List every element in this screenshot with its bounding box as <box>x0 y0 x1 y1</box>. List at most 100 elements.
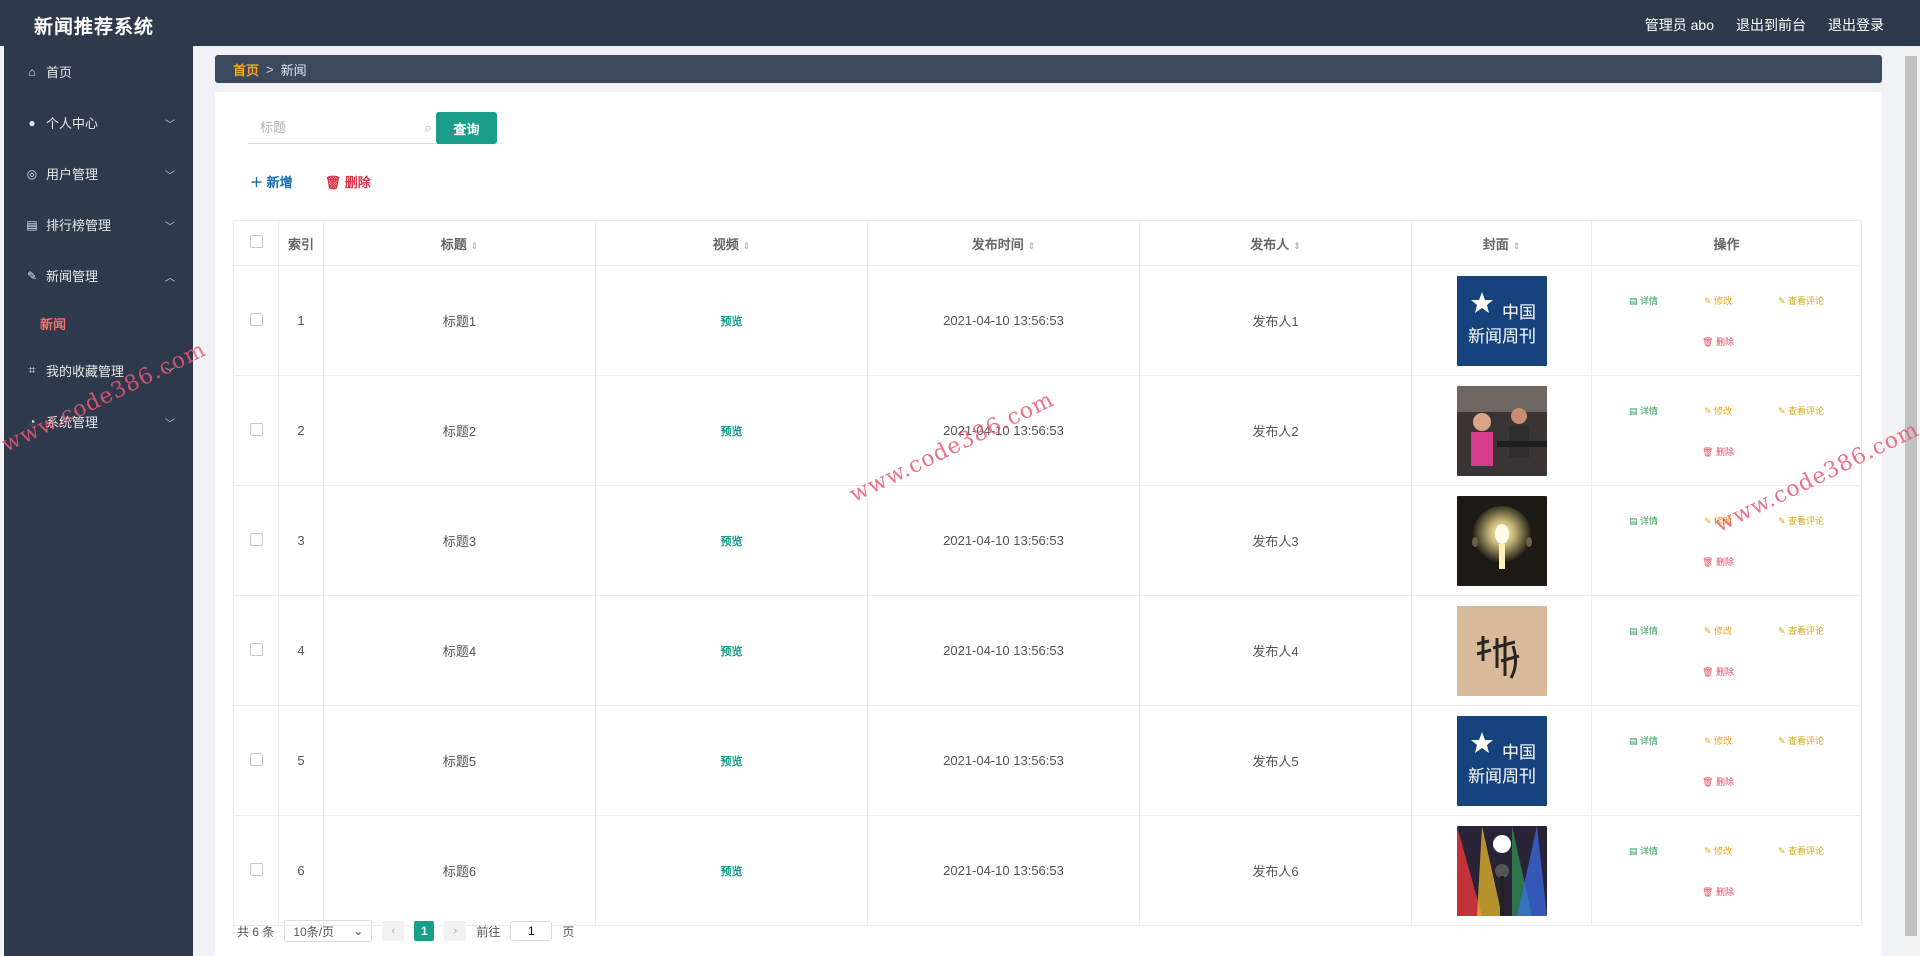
delete-button[interactable]: 🗑 删除 <box>325 172 371 191</box>
row-delete-button[interactable]: 🗑 删除 <box>1702 665 1734 678</box>
row-delete-button[interactable]: 🗑 删除 <box>1702 775 1734 788</box>
sort-icon[interactable]: ⇕ <box>1513 241 1521 251</box>
next-page-button[interactable]: › <box>444 921 467 941</box>
detail-button[interactable]: ▤ 详情 <box>1629 844 1658 857</box>
sidebar-item-system-management[interactable]: ◔ 系统管理 ﹀ <box>4 396 193 447</box>
row-checkbox[interactable] <box>249 312 263 326</box>
row-checkbox[interactable] <box>249 642 263 656</box>
goto-page-input[interactable] <box>510 921 553 941</box>
preview-link[interactable]: 预览 <box>721 426 743 438</box>
preview-link[interactable]: 预览 <box>721 866 743 878</box>
row-select-cell[interactable] <box>233 705 279 816</box>
detail-button[interactable]: ▤ 详情 <box>1629 294 1658 307</box>
row-select-cell[interactable] <box>233 595 279 706</box>
row-select-cell[interactable] <box>233 815 279 926</box>
detail-button[interactable]: ▤ 详情 <box>1629 404 1658 417</box>
edit-button[interactable]: ✎ 修改 <box>1702 514 1734 527</box>
row-title: 标题4 <box>323 595 596 706</box>
detail-button[interactable]: ▤ 详情 <box>1629 514 1658 527</box>
row-delete-button[interactable]: 🗑 删除 <box>1702 885 1734 898</box>
row-select-cell[interactable] <box>233 375 279 486</box>
back-to-frontend-link[interactable]: 退出到前台 <box>1736 15 1806 35</box>
view-comments-button[interactable]: ✎ 查看评论 <box>1778 404 1824 417</box>
row-delete-button[interactable]: 🗑 删除 <box>1702 555 1734 568</box>
view-comments-button[interactable]: ✎ 查看评论 <box>1778 734 1824 747</box>
briefcase-icon: ▤ <box>26 217 38 232</box>
page-size-select[interactable]: 10条/页 ⌄ <box>284 920 373 942</box>
sidebar-item-ranking-management[interactable]: ▤ 排行榜管理 ﹀ <box>4 199 193 250</box>
page-scrollbar[interactable] <box>1902 46 1920 956</box>
preview-link[interactable]: 预览 <box>721 536 743 548</box>
header-author[interactable]: 发布人 ⇕ <box>1139 220 1412 266</box>
row-title: 标题2 <box>323 375 596 486</box>
edit-button[interactable]: ✎ 修改 <box>1702 294 1734 307</box>
row-cover-cell <box>1411 485 1592 596</box>
row-publish-time: 2021-04-10 13:56:53 <box>867 265 1140 376</box>
sort-icon[interactable]: ⇕ <box>471 241 479 251</box>
admin-user-link[interactable]: 管理员 abo <box>1645 15 1714 35</box>
sidebar-item-user-management[interactable]: ◎ 用户管理 ﹀ <box>4 148 193 199</box>
sidebar-item-personal-center[interactable]: ● 个人中心 ﹀ <box>4 97 193 148</box>
preview-link[interactable]: 预览 <box>721 646 743 658</box>
search-input[interactable] <box>248 119 422 136</box>
detail-button[interactable]: ▤ 详情 <box>1629 624 1658 637</box>
detail-button[interactable]: ▤ 详情 <box>1629 734 1658 747</box>
row-select-cell[interactable] <box>233 485 279 596</box>
row-checkbox[interactable] <box>249 752 263 766</box>
header-cover[interactable]: 封面 ⇕ <box>1411 220 1592 266</box>
sidebar-item-favorites-management[interactable]: ⌗ 我的收藏管理 ﹀ <box>4 345 193 396</box>
sidebar-item-label: 首页 <box>46 65 73 80</box>
table-body: 1 标题1 预览 2021-04-10 13:56:53 发布人1 中国 新闻周刊 ▤ 详情 ✎… <box>233 265 1862 926</box>
row-video-cell: 预览 <box>595 705 868 816</box>
row-select-cell[interactable] <box>233 265 279 376</box>
header-video[interactable]: 视频 ⇕ <box>595 220 868 266</box>
table-row: 4 标题4 预览 2021-04-10 13:56:53 发布人4 ▤ 详情 ✎ 修改 ✎ 查… <box>233 595 1862 706</box>
view-comments-button[interactable]: ✎ 查看评论 <box>1778 844 1824 857</box>
query-button[interactable]: 查询 <box>436 112 497 144</box>
header-time[interactable]: 发布时间 ⇕ <box>867 220 1140 266</box>
app-title: 新闻推荐系统 <box>34 17 155 38</box>
add-button[interactable]: ＋ 新增 <box>250 172 293 191</box>
page-number-1[interactable]: 1 <box>414 921 435 941</box>
cover-image[interactable] <box>1456 605 1547 696</box>
view-comments-button[interactable]: ✎ 查看评论 <box>1778 294 1824 307</box>
row-index: 4 <box>278 595 324 706</box>
sort-icon[interactable]: ⇕ <box>1028 241 1036 251</box>
chevron-down-icon: ﹀ <box>165 120 175 131</box>
breadcrumb-home-link[interactable]: 首页 <box>233 60 259 79</box>
table-header-row: 索引 标题 ⇕ 视频 ⇕ 发布时间 ⇕ 发布人 ⇕ 封面 ⇕ 操作 <box>233 220 1862 266</box>
header-title[interactable]: 标题 ⇕ <box>323 220 596 266</box>
prev-page-button[interactable]: ‹ <box>382 921 405 941</box>
header-select-all[interactable] <box>233 220 279 266</box>
preview-link[interactable]: 预览 <box>721 316 743 328</box>
view-comments-button[interactable]: ✎ 查看评论 <box>1778 514 1824 527</box>
total-count: 共 6 条 <box>237 924 275 939</box>
row-video-cell: 预览 <box>595 485 868 596</box>
select-all-checkbox[interactable] <box>249 235 263 248</box>
row-checkbox[interactable] <box>249 422 263 436</box>
row-delete-button[interactable]: 🗑 删除 <box>1702 445 1734 458</box>
sidebar-item-news-management[interactable]: ✎ 新闻管理 ︿ <box>4 250 193 301</box>
edit-button[interactable]: ✎ 修改 <box>1702 844 1734 857</box>
top-bar: 新闻推荐系统 管理员 abo 退出到前台 退出登录 <box>0 0 1920 46</box>
cover-image[interactable] <box>1456 825 1547 916</box>
sidebar-item-home[interactable]: ⌂ 首页 <box>4 46 193 97</box>
cover-image[interactable] <box>1456 385 1547 476</box>
view-comments-button[interactable]: ✎ 查看评论 <box>1778 624 1824 637</box>
edit-button[interactable]: ✎ 修改 <box>1702 624 1734 637</box>
cover-image[interactable]: 中国新闻周刊 <box>1456 275 1547 366</box>
scroll-thumb[interactable] <box>1905 56 1917 936</box>
cover-image[interactable]: 中国新闻周刊 <box>1456 715 1547 806</box>
sort-icon[interactable]: ⇕ <box>743 241 751 251</box>
row-delete-button[interactable]: 🗑 删除 <box>1702 335 1734 348</box>
sort-icon[interactable]: ⇕ <box>1293 241 1301 251</box>
cover-image[interactable] <box>1456 495 1547 586</box>
logout-link[interactable]: 退出登录 <box>1828 15 1884 35</box>
sidebar-subitem-news[interactable]: 新闻 <box>4 301 193 345</box>
row-actions: ▤ 详情 ✎ 修改 ✎ 查看评论 🗑 删除 <box>1591 595 1862 706</box>
edit-button[interactable]: ✎ 修改 <box>1702 734 1734 747</box>
row-checkbox[interactable] <box>249 532 263 546</box>
edit-button[interactable]: ✎ 修改 <box>1702 404 1734 417</box>
preview-link[interactable]: 预览 <box>721 756 743 768</box>
row-checkbox[interactable] <box>249 862 263 876</box>
